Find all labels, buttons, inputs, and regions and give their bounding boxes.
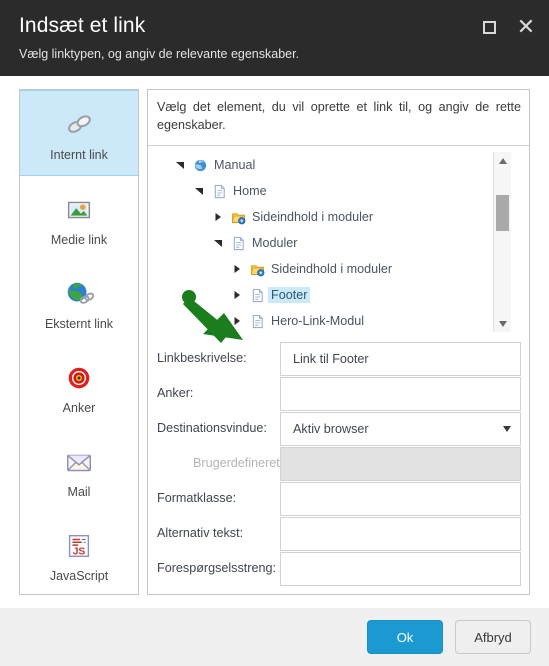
close-x-icon: ✕ — [516, 14, 536, 39]
form-row: Alternativ tekst: — [157, 517, 521, 552]
field-label: Linkbeskrivelse: — [157, 351, 247, 365]
select-destinationsvindue[interactable]: Aktiv browser — [280, 412, 521, 446]
insert-link-dialog: Indsæt et link Vælg linktypen, og angiv … — [0, 0, 549, 666]
tree-item-label: Manual — [214, 158, 256, 172]
chain-link-icon — [64, 104, 94, 146]
dialog-body: Internt link Medie link Eksternt link Anker… — [0, 76, 549, 608]
form-row: Linkbeskrivelse: Link til Footer — [157, 342, 521, 377]
input-forespørgselsstreng[interactable] — [280, 552, 521, 586]
close-button[interactable]: ✕ — [515, 16, 537, 38]
ok-button[interactable]: Ok — [367, 620, 443, 654]
link-target-panel: Vælg det element, du vil oprette et link… — [147, 89, 530, 595]
maximize-button[interactable] — [478, 16, 500, 38]
input-formatklasse[interactable] — [280, 482, 521, 516]
dialog-subtitle: Vælg linktypen, og angiv de relevante eg… — [19, 47, 300, 61]
tree-area: Manual Home Sideindhold i moduler Moduler Si… — [157, 152, 521, 332]
field-label: Alternativ tekst: — [157, 526, 244, 540]
field-label: Brugerdefineret: — [193, 456, 284, 470]
form-row: Brugerdefineret: — [157, 447, 521, 482]
image-media-icon — [64, 189, 94, 231]
form-row: Destinationsvindue: Aktiv browser — [157, 412, 521, 447]
page-document-icon — [227, 236, 249, 251]
sidebar-item-anker[interactable]: Anker — [20, 344, 138, 428]
chevron-down-icon — [503, 426, 511, 432]
sidebar-item-label: Anker — [62, 401, 96, 415]
javascript-js-icon: JS — [64, 525, 94, 567]
tree-item[interactable]: Hero-Link-Modul — [157, 308, 501, 332]
sidebar-item-eksternt-link[interactable]: Eksternt link — [20, 260, 138, 344]
scroll-up-arrow-icon — [498, 157, 507, 164]
sidebar-item-label: Internt link — [50, 148, 108, 162]
form-row: Forespørgselsstreng: — [157, 552, 521, 587]
tree-item-label: Home — [233, 184, 267, 198]
field-label: Destinationsvindue: — [157, 421, 267, 435]
divider — [148, 145, 529, 146]
tree-item[interactable]: Home — [157, 178, 501, 204]
page-document-icon — [246, 314, 268, 329]
input-brugerdefineret — [280, 447, 521, 481]
form-row: Anker: — [157, 377, 521, 412]
sidebar-item-medie-link[interactable]: Medie link — [20, 176, 138, 260]
sidebar-item-label: Mail — [67, 485, 91, 499]
anchor-target-icon — [64, 357, 94, 399]
chevron-right-icon[interactable] — [209, 212, 227, 222]
maximize-square-icon — [482, 20, 496, 34]
globe-site-icon — [189, 158, 211, 173]
folder-module-icon — [246, 262, 268, 277]
select-value: Aktiv browser — [293, 422, 369, 436]
tree-item[interactable]: Sideindhold i moduler — [157, 256, 501, 282]
field-label: Formatklasse: — [157, 491, 237, 505]
tree-item[interactable]: Sideindhold i moduler — [157, 204, 501, 230]
title-bar: Indsæt et link Vælg linktypen, og angiv … — [0, 0, 549, 76]
tree-item-label: Hero-Link-Modul — [271, 314, 365, 328]
page-document-icon — [246, 288, 268, 303]
scroll-down-button[interactable] — [494, 315, 511, 332]
instruction-text: Vælg det element, du vil oprette et link… — [157, 100, 521, 133]
form-row: Formatklasse: — [157, 482, 521, 517]
sidebar-item-label: Eksternt link — [44, 317, 114, 331]
tree-item-label: Sideindhold i moduler — [271, 262, 393, 276]
content-tree[interactable]: Manual Home Sideindhold i moduler Moduler Si… — [157, 152, 501, 332]
scrollbar-track[interactable] — [494, 169, 511, 315]
dialog-title: Indsæt et link — [19, 14, 146, 37]
input-value: Link til Footer — [293, 352, 369, 366]
tree-item[interactable]: Manual — [157, 152, 501, 178]
cancel-button[interactable]: Afbryd — [455, 620, 531, 654]
chevron-right-icon[interactable] — [228, 264, 246, 274]
tree-item[interactable]: Moduler — [157, 230, 501, 256]
sidebar-item-internt-link[interactable]: Internt link — [20, 90, 138, 176]
chevron-right-icon[interactable] — [228, 316, 246, 326]
scrollbar-thumb[interactable] — [496, 195, 509, 231]
window-controls: ✕ — [478, 16, 537, 38]
page-document-icon — [208, 184, 230, 199]
sidebar-item-label: Medie link — [50, 233, 108, 247]
sidebar-item-mail[interactable]: Mail — [20, 428, 138, 512]
tree-item-label: Footer — [268, 287, 311, 303]
tree-scrollbar[interactable] — [493, 152, 511, 332]
scroll-down-arrow-icon — [498, 320, 507, 327]
link-type-sidebar: Internt link Medie link Eksternt link Anker… — [19, 89, 139, 595]
field-label: Forespørgselsstreng: — [157, 561, 276, 575]
input-alternativ-tekst[interactable] — [280, 517, 521, 551]
globe-link-icon — [64, 273, 94, 315]
svg-text:JS: JS — [73, 546, 86, 557]
sidebar-item-label: JavaScript — [49, 569, 109, 583]
chevron-right-icon[interactable] — [228, 290, 246, 300]
input-anker[interactable] — [280, 377, 521, 411]
chevron-down-icon[interactable] — [190, 186, 208, 196]
tree-item-label: Moduler — [252, 236, 298, 250]
tree-item-label: Sideindhold i moduler — [252, 210, 374, 224]
field-label: Anker: — [157, 386, 194, 400]
scroll-up-button[interactable] — [494, 152, 511, 169]
folder-module-icon — [227, 210, 249, 225]
chevron-down-icon[interactable] — [171, 160, 189, 170]
footer-buttons: Ok Afbryd — [367, 620, 531, 654]
link-properties-form: Linkbeskrivelse: Link til Footer Anker: Des… — [157, 342, 521, 587]
input-linkbeskrivelse[interactable]: Link til Footer — [280, 342, 521, 376]
envelope-mail-icon — [64, 441, 94, 483]
chevron-down-icon[interactable] — [209, 238, 227, 248]
dialog-footer: Ok Afbryd — [0, 608, 549, 666]
tree-item[interactable]: Footer — [157, 282, 501, 308]
sidebar-item-javascript[interactable]: JS JavaScript — [20, 512, 138, 596]
